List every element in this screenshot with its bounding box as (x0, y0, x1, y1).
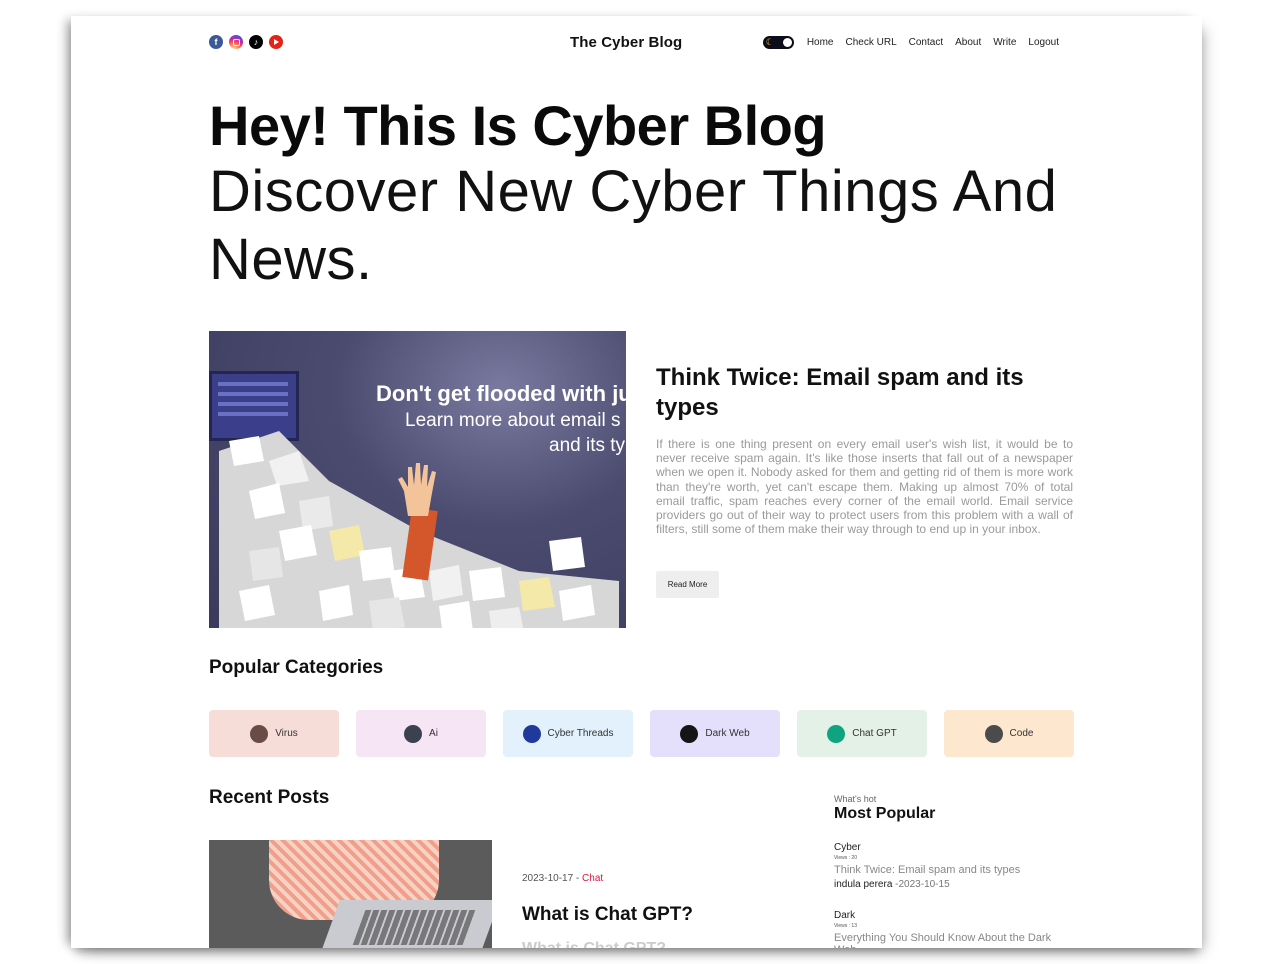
post-date: 2023-10-17 (522, 873, 574, 884)
code-icon (984, 724, 1003, 743)
youtube-icon[interactable] (269, 35, 283, 49)
popular-item-author: indula perera -2023-10-15 (834, 879, 1074, 890)
post-category-link[interactable]: Chat (582, 873, 603, 884)
chat-gpt-icon (827, 724, 846, 743)
popular-item[interactable]: Dark Views : 13 Everything You Should Kn… (834, 910, 1074, 948)
category-cyber-threads[interactable]: Cyber Threads (503, 710, 633, 757)
category-label: Code (1009, 728, 1034, 739)
nav-about[interactable]: About (955, 37, 981, 48)
navbar: f ♪ The Cyber Blog ☾ Home Check URL Cont… (209, 34, 1073, 54)
nav-home[interactable]: Home (807, 37, 834, 48)
category-label: Dark Web (705, 728, 750, 739)
category-label: Chat GPT (852, 728, 897, 739)
category-virus[interactable]: Virus (209, 710, 339, 757)
category-dark-web[interactable]: Dark Web (650, 710, 780, 757)
image-headline: Don't get flooded with ju (376, 381, 626, 406)
image-subline-1: Learn more about email s (405, 410, 621, 431)
popular-item-views: Views : 13 (834, 923, 857, 929)
instagram-icon[interactable] (229, 35, 243, 49)
dark-web-icon (680, 724, 699, 743)
post-title[interactable]: What is Chat GPT? (522, 904, 693, 926)
popular-item-title[interactable]: Think Twice: Email spam and its types (834, 864, 1074, 876)
tiktok-icon[interactable]: ♪ (249, 35, 263, 49)
featured-post-content: Think Twice: Email spam and its types If… (656, 363, 1073, 536)
post-thumbnail[interactable] (209, 840, 492, 948)
hand-illustration (398, 463, 436, 516)
category-list: Virus Ai Cyber Threads Dark Web Chat GPT… (209, 710, 1074, 757)
hero-title: Hey! This Is Cyber Blog (209, 94, 827, 157)
keyboard-photo (352, 910, 476, 945)
popular-item-views: Views : 20 (834, 855, 857, 861)
category-label: Cyber Threads (547, 728, 614, 739)
image-subline-2: and its ty (549, 435, 626, 456)
popular-item-title[interactable]: Everything You Should Know About the Dar… (834, 932, 1074, 948)
hero: Hey! This Is Cyber Blog Discover New Cyb… (209, 94, 1089, 294)
hero-subtitle: Discover New Cyber Things And News. (209, 159, 1058, 292)
popular-item-category: Cyber (834, 842, 861, 853)
most-popular-sidebar: What's hot Most Popular Cyber Views : 20… (834, 794, 1074, 948)
facebook-icon[interactable]: f (209, 35, 223, 49)
category-label: Ai (429, 728, 438, 739)
nav-contact[interactable]: Contact (909, 37, 943, 48)
toggle-knob (782, 38, 792, 47)
cyber-threads-icon (522, 724, 541, 743)
moon-icon: ☾ (765, 37, 774, 47)
whats-hot-label: What's hot (834, 794, 877, 804)
page-window: f ♪ The Cyber Blog ☾ Home Check URL Cont… (71, 16, 1202, 948)
category-ai[interactable]: Ai (356, 710, 486, 757)
popular-item[interactable]: Cyber Views : 20 Think Twice: Email spam… (834, 842, 1074, 890)
virus-icon (250, 724, 269, 743)
featured-post-image[interactable]: Don't get flooded with ju Learn more abo… (209, 331, 626, 628)
dark-mode-toggle[interactable]: ☾ (762, 36, 794, 49)
category-label: Virus (275, 728, 298, 739)
most-popular-title: Most Popular (834, 805, 936, 822)
featured-post-title[interactable]: Think Twice: Email spam and its types (656, 363, 1073, 423)
category-code[interactable]: Code (944, 710, 1074, 757)
nav-write[interactable]: Write (993, 37, 1016, 48)
nav-check-url[interactable]: Check URL (846, 37, 897, 48)
author-name: indula perera (834, 879, 893, 890)
meta-separator: - (573, 873, 583, 884)
ai-icon (404, 724, 423, 743)
post-excerpt-heading: What is Chat GPT? (522, 940, 666, 948)
category-chat-gpt[interactable]: Chat GPT (797, 710, 927, 757)
read-more-button[interactable]: Read More (656, 571, 719, 598)
nav-menu: ☾ Home Check URL Contact About Write Log… (762, 36, 1059, 49)
site-logo[interactable]: The Cyber Blog (570, 34, 682, 51)
popular-item-category: Dark (834, 910, 856, 921)
popular-categories-title: Popular Categories (209, 657, 384, 678)
nav-logout[interactable]: Logout (1028, 37, 1059, 48)
post-meta: 2023-10-17 - Chat (522, 873, 603, 884)
recent-posts-title: Recent Posts (209, 787, 330, 808)
social-links: f ♪ (209, 35, 283, 49)
featured-post-excerpt: If there is one thing present on every e… (656, 437, 1073, 537)
author-date: -2023-10-15 (895, 879, 950, 890)
